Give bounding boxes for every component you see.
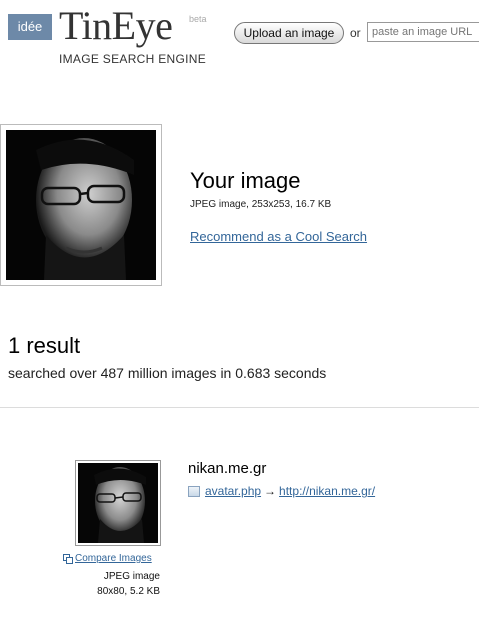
query-image bbox=[0, 124, 162, 286]
idee-logo[interactable]: idée bbox=[8, 14, 52, 40]
result-count: 1 result bbox=[8, 333, 81, 358]
upload-image-button[interactable]: Upload an image bbox=[234, 22, 344, 44]
page-icon bbox=[188, 485, 200, 497]
recommend-cool-search-link[interactable]: Recommend as a Cool Search bbox=[190, 229, 367, 244]
or-label: or bbox=[350, 26, 361, 40]
query-image-meta: JPEG image, 253x253, 16.7 KB bbox=[190, 199, 332, 210]
beta-label: beta bbox=[189, 14, 207, 24]
arrow-glyph: → bbox=[264, 484, 277, 498]
query-photo bbox=[6, 130, 156, 280]
result-thumbnail[interactable] bbox=[75, 460, 161, 546]
result-image-type: JPEG image bbox=[103, 571, 160, 582]
result-file-link[interactable]: avatar.php bbox=[205, 484, 261, 498]
compare-icon bbox=[63, 554, 73, 564]
compare-images-link[interactable]: Compare Images bbox=[75, 553, 152, 564]
search-stats: searched over 487 million images in 0.68… bbox=[8, 365, 327, 381]
compare-images[interactable]: Compare Images bbox=[63, 553, 152, 564]
image-url-input[interactable] bbox=[367, 22, 479, 42]
result-domain: nikan.me.gr bbox=[188, 460, 267, 477]
divider bbox=[0, 407, 479, 408]
result-links: avatar.php → http://nikan.me.gr/ bbox=[188, 484, 375, 498]
tagline: IMAGE SEARCH ENGINE bbox=[59, 52, 207, 66]
result-image-dims: 80x80, 5.2 KB bbox=[97, 586, 160, 597]
result-photo bbox=[78, 463, 158, 543]
tineye-logo[interactable]: TinEye bbox=[59, 6, 173, 46]
your-image-heading: Your image bbox=[190, 168, 301, 193]
result-page-link[interactable]: http://nikan.me.gr/ bbox=[279, 484, 375, 498]
